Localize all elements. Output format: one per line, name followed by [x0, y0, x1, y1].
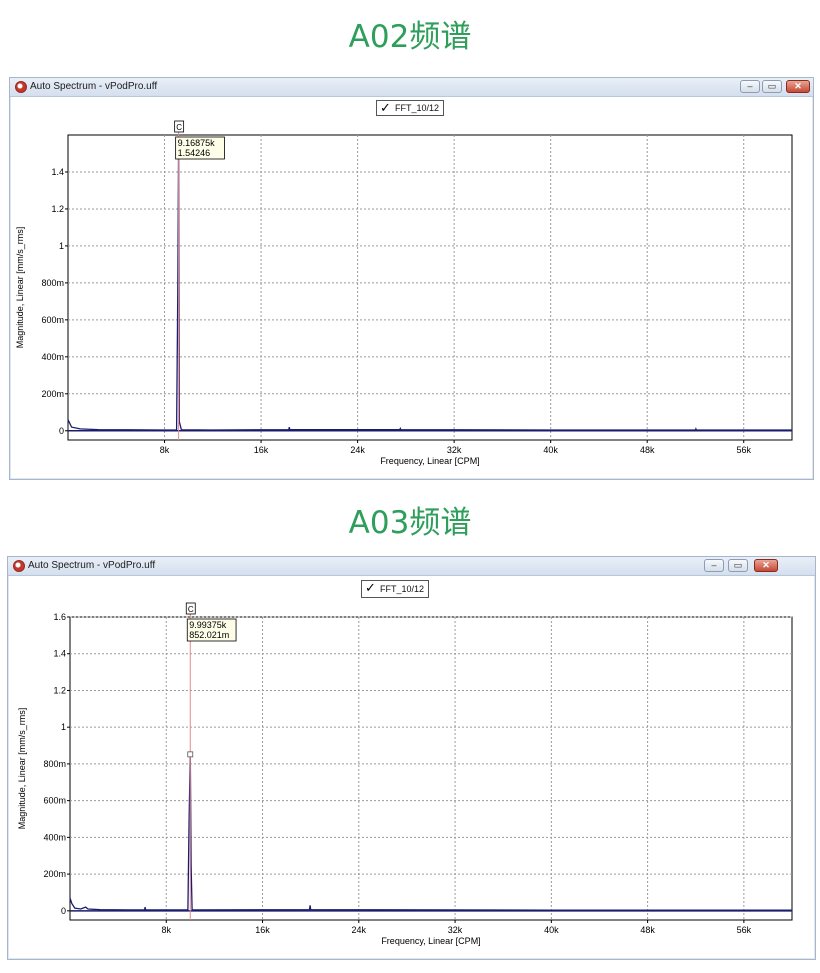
- cursor-tag-box: [185, 602, 196, 615]
- y-tick-label: 0: [61, 906, 66, 916]
- spectrum-window-a02: Auto Spectrum - vPodPro.uff – ▭ ✕ ✓ FFT_…: [9, 77, 814, 480]
- cursor-tag-box: [174, 120, 185, 133]
- y-tick-label: 1.4: [51, 167, 64, 177]
- cursor-y-readout: 1.54246: [178, 148, 211, 158]
- minimize-button[interactable]: –: [740, 80, 760, 93]
- cursor-x-readout: 9.16875k: [178, 138, 216, 148]
- cursor-tag-label: C: [176, 123, 182, 132]
- y-tick-label: 800m: [41, 278, 64, 288]
- y-tick-label: 1.2: [51, 204, 64, 214]
- window-title: Auto Spectrum - vPodPro.uff: [28, 560, 156, 571]
- plot-area: [67, 134, 793, 441]
- x-tick-label: 16k: [255, 925, 270, 935]
- y-tick-label: 200m: [41, 389, 64, 399]
- x-tick-label: 32k: [448, 925, 463, 935]
- spectrum-window-a03: Auto Spectrum - vPodPro.uff – ▭ ✕ ✓ FFT_…: [7, 556, 816, 960]
- x-tick-label: 24k: [350, 445, 365, 455]
- cursor-x-readout: 9.99375k: [189, 620, 227, 630]
- legend-label: FFT_10/12: [395, 103, 440, 113]
- cursor-y-readout: 852.021m: [189, 630, 229, 640]
- cursor-marker: [175, 142, 182, 149]
- spectrum-series-line: [67, 145, 792, 431]
- close-button[interactable]: ✕: [754, 559, 778, 572]
- x-tick-label: 40k: [543, 445, 558, 455]
- app-icon: [15, 81, 27, 93]
- x-tick-label: 16k: [254, 445, 269, 455]
- minimize-button[interactable]: –: [704, 559, 724, 572]
- legend-check-icon[interactable]: ✓: [365, 581, 376, 595]
- restore-button[interactable]: ▭: [762, 80, 782, 93]
- x-tick-label: 40k: [544, 925, 559, 935]
- x-tick-label: 8k: [160, 445, 170, 455]
- y-tick-label: 600m: [43, 796, 66, 806]
- legend-fft[interactable]: ✓ FFT_10/12: [376, 100, 445, 116]
- section-title-a02: A02频谱: [348, 19, 472, 55]
- x-tick-label: 48k: [640, 925, 655, 935]
- cursor-readout-box: [175, 136, 225, 160]
- y-axis-label: Magnitude, Linear [mm/s_rms]: [15, 227, 25, 349]
- spectrum-chart-a02[interactable]: 8k 16k 24k 32k 40k 48k 56k 0 200m 400m 600m 800m 1 1.…: [10, 78, 813, 479]
- y-tick-label: 400m: [41, 352, 64, 362]
- y-tick-label: 1.4: [53, 649, 66, 659]
- window-title: Auto Spectrum - vPodPro.uff: [30, 81, 158, 92]
- legend-check-icon[interactable]: ✓: [380, 101, 391, 115]
- y-tick-label: 1.6: [53, 612, 66, 622]
- legend-label: FFT_10/12: [380, 584, 425, 594]
- y-tick-label: 600m: [41, 315, 64, 325]
- y-tick-label: 1.2: [53, 685, 66, 695]
- x-tick-label: 56k: [736, 445, 751, 455]
- x-tick-label: 48k: [640, 445, 655, 455]
- window-titlebar[interactable]: Auto Spectrum - vPodPro.uff – ▭ ✕: [10, 78, 813, 97]
- cursor-readout-box: [186, 618, 237, 642]
- section-title-a03: A03频谱: [348, 505, 472, 541]
- x-tick-label: 32k: [447, 445, 462, 455]
- x-tick-label: 56k: [737, 925, 752, 935]
- y-tick-label: 400m: [43, 832, 66, 842]
- legend-fft[interactable]: ✓ FFT_10/12: [361, 580, 430, 598]
- cursor-marker: [187, 751, 194, 758]
- window-titlebar[interactable]: Auto Spectrum - vPodPro.uff – ▭ ✕: [8, 557, 815, 576]
- y-tick-label: 200m: [43, 869, 66, 879]
- spectrum-chart-a03[interactable]: 8k 16k 24k 32k 40k 48k 56k 0 200m 400m 600m 800m 1 1.…: [8, 557, 815, 959]
- y-axis-label: Magnitude, Linear [mm/s_rms]: [17, 708, 27, 830]
- x-axis-label: Frequency, Linear [CPM]: [380, 456, 479, 466]
- spectrum-series-line: [69, 754, 792, 911]
- x-tick-label: 24k: [352, 925, 367, 935]
- close-button[interactable]: ✕: [786, 80, 810, 93]
- y-tick-label: 800m: [43, 759, 66, 769]
- y-tick-label: 1: [59, 241, 64, 251]
- restore-button[interactable]: ▭: [728, 559, 748, 572]
- x-axis-label: Frequency, Linear [CPM]: [381, 936, 480, 946]
- y-tick-label: 0: [59, 426, 64, 436]
- x-tick-label: 8k: [162, 925, 172, 935]
- y-tick-label: 1: [61, 722, 66, 732]
- cursor-tag-label: C: [188, 605, 194, 614]
- plot-area: [69, 616, 793, 921]
- app-icon: [13, 560, 25, 572]
